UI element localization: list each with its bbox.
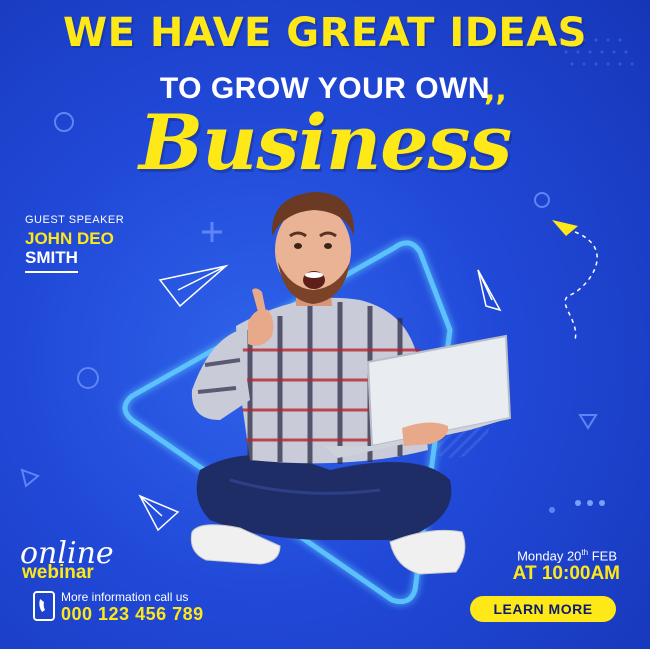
webinar-label: webinar (22, 562, 94, 583)
event-date: Monday 20th FEB (517, 548, 617, 564)
plus-icon (202, 222, 222, 242)
more-info-text: More information call us (61, 590, 189, 604)
headline-title: WE HAVE GREAT IDEAS (63, 10, 587, 56)
guest-speaker-label: GUEST SPEAKER (25, 214, 125, 226)
circle-icon (534, 192, 550, 208)
speaker-first-name: JOHN DEO (25, 229, 114, 248)
paper-plane-icon (552, 220, 578, 236)
event-time: AT 10:00AM (512, 563, 620, 584)
webinar-poster: ,, WE HAVE GREAT IDEAS TO GROW YOUR OWN … (0, 0, 650, 649)
speaker-photo (190, 192, 512, 575)
triangle-icon (20, 468, 40, 488)
triangle-icon (578, 414, 598, 430)
paper-plane-icon (477, 269, 502, 312)
learn-more-button[interactable]: LEARN MORE (470, 596, 616, 622)
speaker-last-name: SMITH (25, 248, 78, 273)
paper-plane-icon (138, 494, 180, 532)
paper-plane-icon (158, 264, 229, 308)
headline-script-word: Business (138, 98, 512, 187)
phone-icon (33, 591, 55, 621)
flight-path (564, 231, 598, 341)
circle-icon (549, 507, 555, 513)
phone-number: 000 123 456 789 (61, 604, 204, 624)
dots-icon (575, 500, 605, 506)
circle-icon (77, 367, 99, 389)
